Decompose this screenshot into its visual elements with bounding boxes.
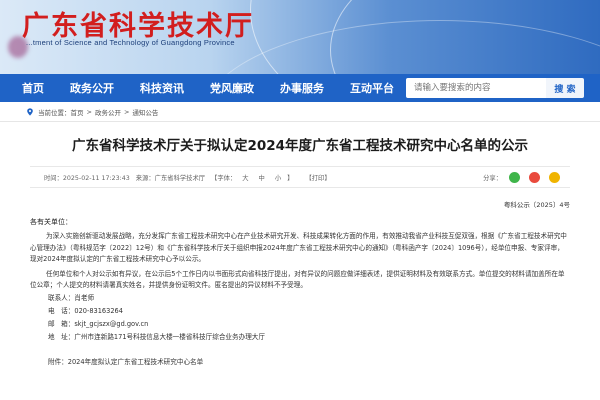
breadcrumb-item-notices[interactable]: 通知公告 — [132, 107, 158, 117]
contact-address: 地 址：广州市连新路171号科技信息大楼一楼省科技厅综合业务办理大厅 — [48, 332, 265, 341]
search-button[interactable]: 搜 索 — [546, 78, 584, 98]
breadcrumb-item-government-affairs[interactable]: 政务公开 — [95, 107, 121, 117]
breadcrumb-separator: > — [123, 107, 130, 116]
breadcrumb-separator: > — [86, 107, 92, 116]
nav-item-interaction[interactable]: 互动平台 — [350, 80, 394, 96]
location-icon — [27, 107, 33, 116]
article-content: 广东省科学技术厅关于拟认定2024年度广东省工程技术研究中心名单的公示 时间：2… — [0, 134, 600, 366]
font-size-small[interactable]: 小 — [275, 175, 281, 182]
salutation: 各有关单位： — [30, 218, 72, 226]
breadcrumb: 当前位置： 首页 > 政务公开 > 通知公告 — [0, 102, 600, 122]
contact-person: 联系人：肖老师 — [48, 293, 95, 302]
print-button[interactable]: 【打印】 — [305, 173, 330, 182]
weibo-icon[interactable] — [529, 172, 540, 183]
search-box: 搜 索 — [406, 78, 584, 98]
article-source: 来源：广东省科学技术厅 — [135, 174, 206, 182]
site-header: 广东省科学技术厅 ...tment of Science and Technol… — [0, 0, 600, 74]
article-meta-bar: 时间：2025-02-11 17:23:43 来源：广东省科学技术厅 【字体： 大… — [30, 166, 570, 188]
main-nav: 首页 政务公开 科技资讯 党风廉政 办事服务 互动平台 搜 索 — [0, 74, 600, 102]
nav-item-services[interactable]: 办事服务 — [280, 80, 324, 96]
body-paragraph: 任何单位和个人对公示如有异议，在公示后5个工作日内以书面形式向省科技厅提出，对有… — [30, 269, 565, 290]
nav-item-tech-news[interactable]: 科技资讯 — [140, 80, 184, 96]
font-size-prefix: 【字体： — [211, 174, 237, 182]
share-label: 分享： — [483, 175, 502, 182]
document-number: 粤科公示〔2025〕4号 — [503, 201, 570, 209]
wechat-icon[interactable] — [509, 172, 520, 183]
body-paragraph: 为深入实施创新驱动发展战略，充分发挥广东省工程技术研究中心在产业技术研究开发、科… — [30, 232, 567, 263]
font-size-control: 【字体： 大 中 小】 — [211, 173, 299, 182]
nav-item-party-integrity[interactable]: 党风廉政 — [210, 80, 254, 96]
font-size-suffix: 】 — [287, 174, 294, 182]
font-size-large[interactable]: 大 — [242, 175, 248, 182]
search-input[interactable] — [406, 78, 546, 98]
contact-phone: 电 话：020-83163264 — [48, 306, 123, 315]
page-title: 广东省科学技术厅关于拟认定2024年度广东省工程技术研究中心名单的公示 — [71, 138, 529, 154]
breadcrumb-prefix: 当前位置： — [38, 108, 71, 117]
contact-email: 邮 箱：skjt_gcjszx@gd.gov.cn — [48, 319, 149, 328]
breadcrumb-item-home[interactable]: 首页 — [71, 107, 84, 117]
attachment-link[interactable]: 附件：2024年度拟认定广东省工程技术研究中心名单 — [48, 356, 570, 366]
publish-time: 时间：2025-02-11 17:23:43 — [44, 174, 130, 182]
font-size-medium[interactable]: 中 — [259, 175, 265, 182]
nav-item-government-affairs[interactable]: 政务公开 — [70, 80, 114, 96]
nav-item-home[interactable]: 首页 — [22, 80, 44, 96]
share-bar: 分享： — [483, 172, 566, 183]
site-subtitle: ...tment of Science and Technology of Gu… — [26, 38, 235, 47]
qzone-icon[interactable] — [549, 172, 560, 183]
